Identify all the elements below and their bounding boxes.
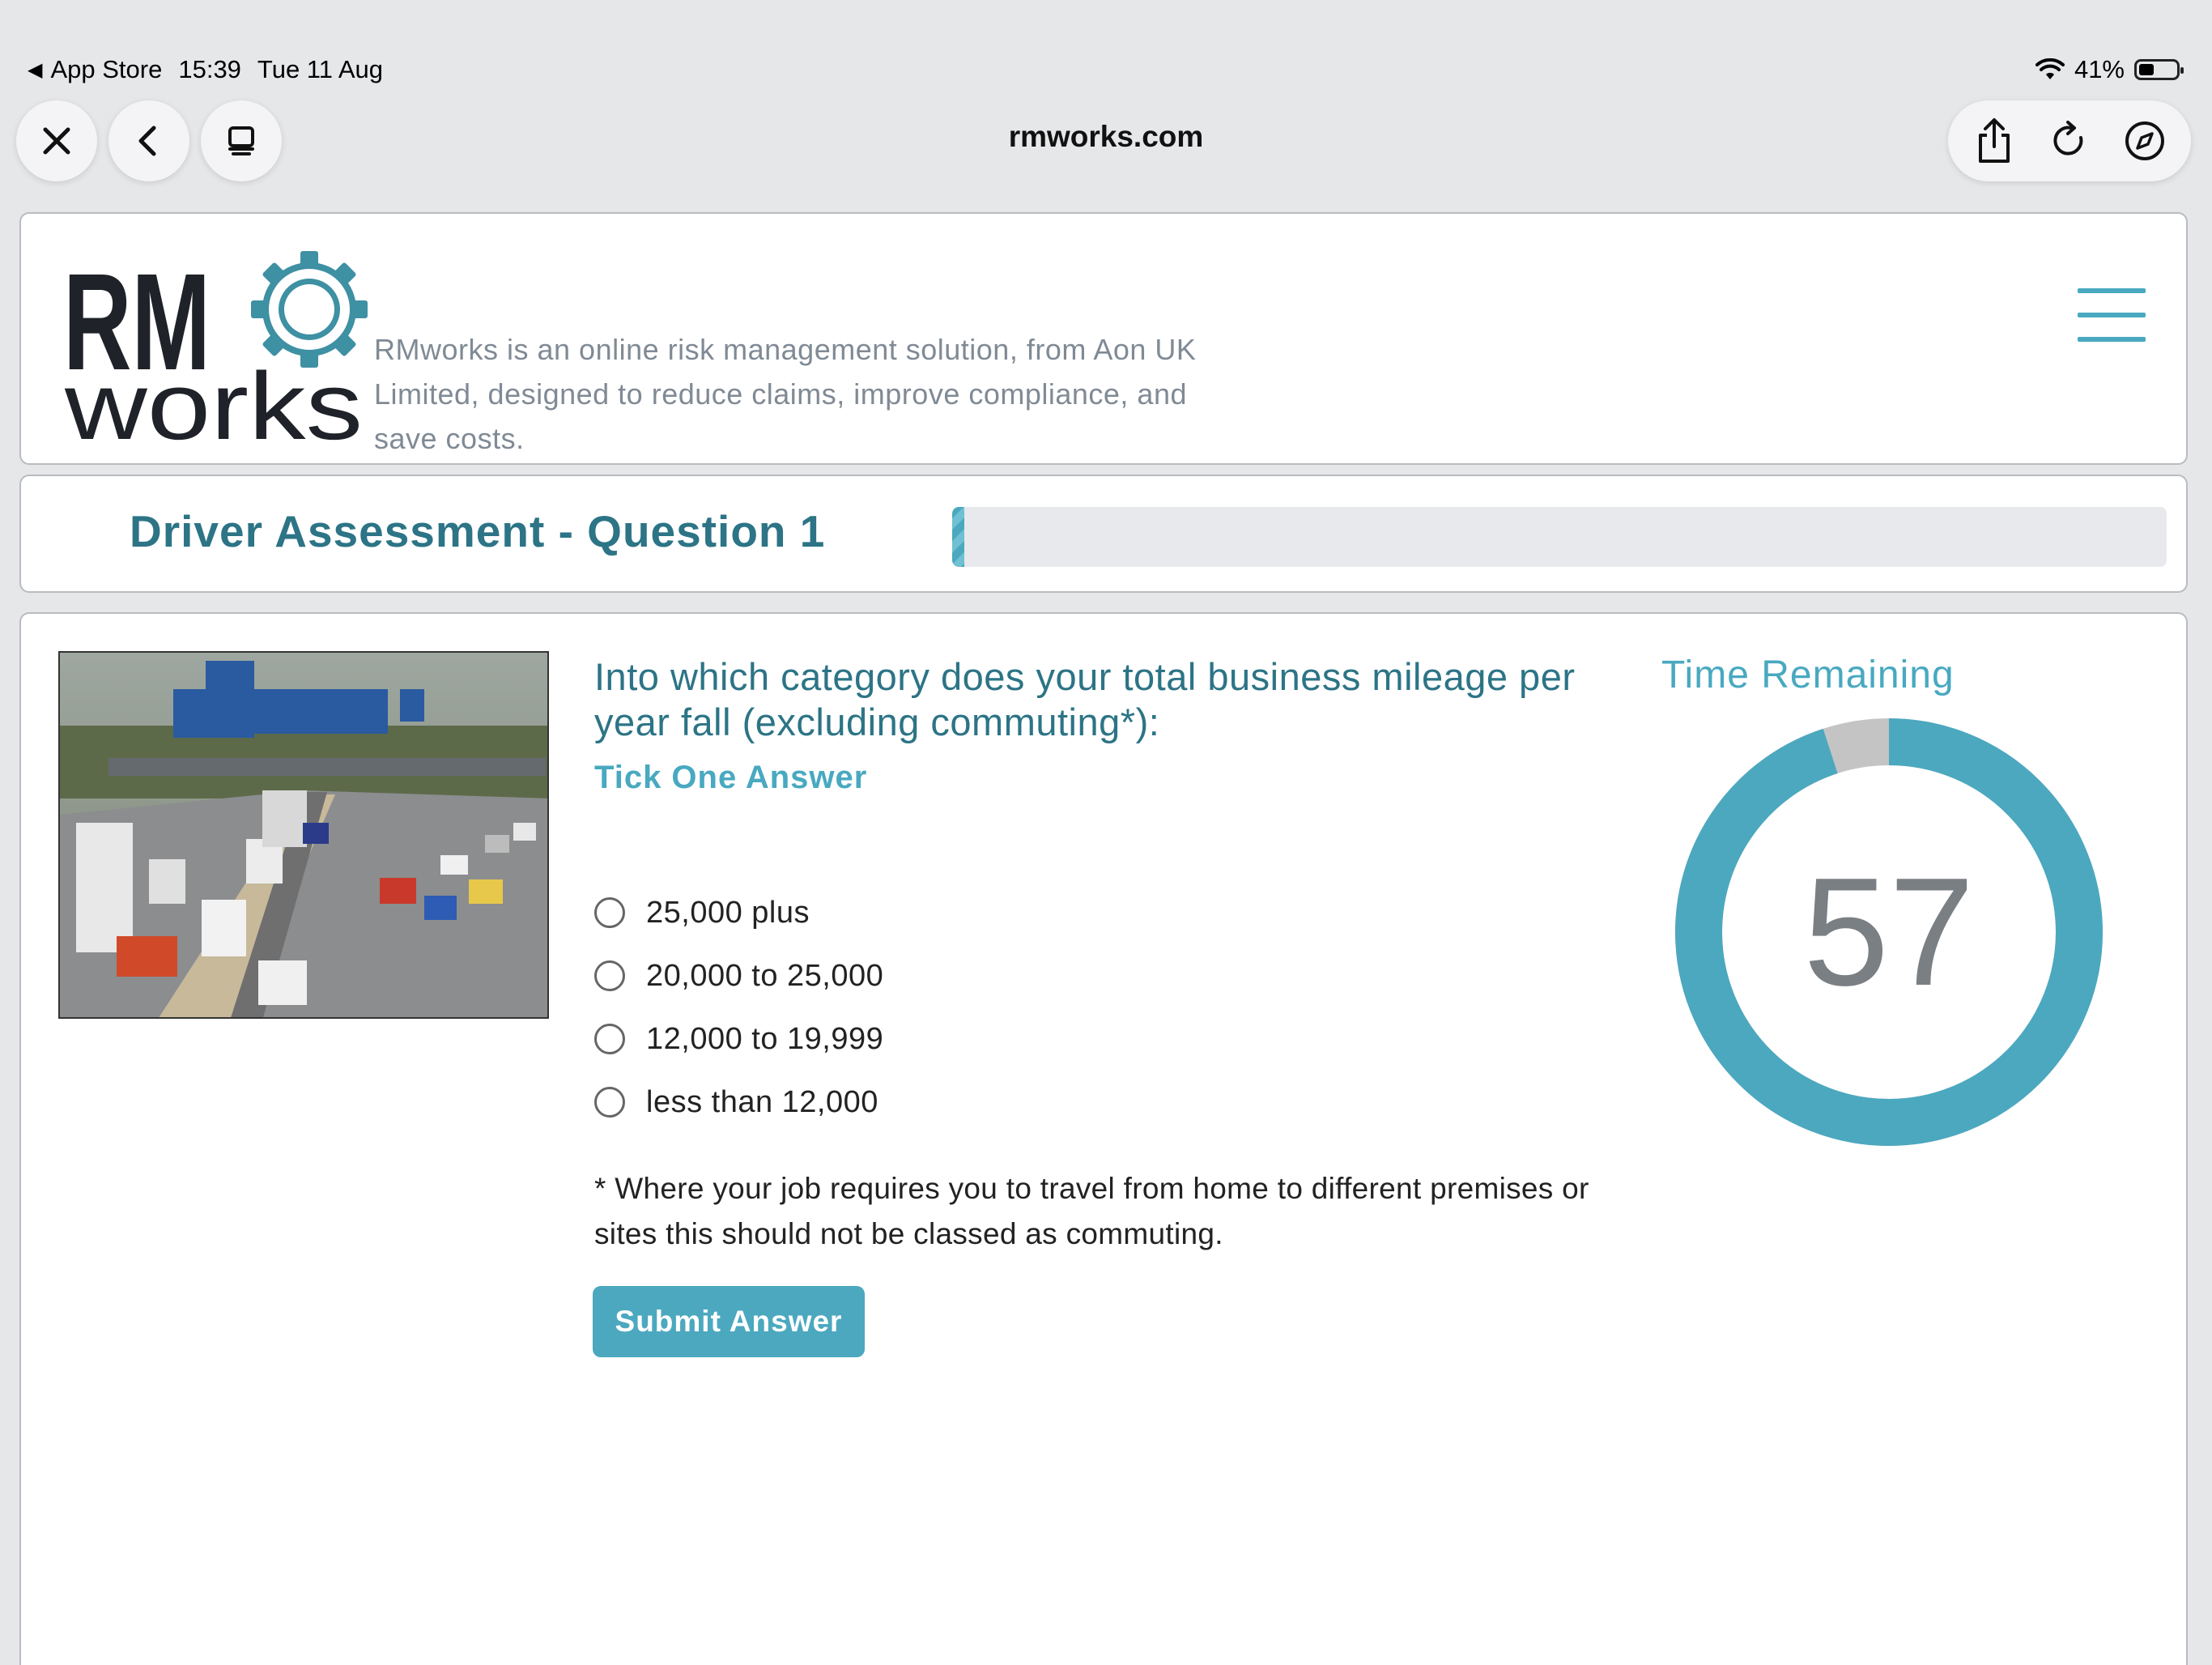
answer-option-label: less than 12,000 [646,1084,878,1119]
countdown-timer: 57 [1674,718,2104,1147]
gear-icon [251,251,368,368]
battery-icon [2134,59,2184,80]
submit-answer-button[interactable]: Submit Answer [593,1286,865,1357]
radio-button[interactable] [594,1087,625,1118]
question-text: Into which category does your total busi… [594,655,1576,743]
battery-percent: 41% [2074,55,2125,83]
reload-button[interactable] [2041,113,2098,169]
progress-bar [952,507,2167,567]
address-bar-url[interactable]: rmworks.com [0,120,2212,154]
status-left: ◀ App Store 15:39 Tue 11 Aug [28,55,383,84]
menu-icon-line [2078,337,2146,342]
site-header: RM works RMworks is an online risk manag… [19,212,2188,465]
commuting-footnote: * Where your job requires you to travel … [594,1172,1589,1250]
answer-option-label: 20,000 to 25,000 [646,958,884,993]
menu-icon-line [2078,288,2146,293]
reload-icon [2053,121,2083,155]
compass-button[interactable] [2116,113,2173,169]
question-instruction: Tick One Answer [594,760,868,795]
answer-option[interactable]: less than 12,000 [594,1071,883,1134]
progress-fill [952,507,964,567]
timer-seconds: 57 [1803,846,1975,1018]
share-button[interactable] [1966,113,2023,169]
time-remaining-label: Time Remaining [1661,654,1955,696]
compass-icon [2125,121,2165,160]
status-bar: ◀ App Store 15:39 Tue 11 Aug 41% [0,0,2212,97]
radio-button[interactable] [594,1024,625,1054]
browser-actions [1948,100,2191,181]
radio-button[interactable] [594,897,625,928]
menu-button[interactable] [2078,288,2146,342]
rmworks-logo[interactable]: RM works [62,245,377,460]
answer-option-label: 12,000 to 19,999 [646,1021,884,1056]
menu-icon-line [2078,313,2146,317]
answer-option-label: 25,000 plus [646,895,810,930]
question-panel: Into which category does your total busi… [19,612,2188,1665]
status-time: 15:39 [178,55,241,83]
answer-option[interactable]: 20,000 to 25,000 [594,944,883,1007]
answer-option[interactable]: 12,000 to 19,999 [594,1007,883,1071]
back-to-app-icon[interactable]: ◀ [28,58,42,82]
page-title: Driver Assessment - Question 1 [130,506,826,556]
share-icon [1978,118,2010,163]
answer-options: 25,000 plus 20,000 to 25,000 12,000 to 1… [594,881,883,1134]
motorway-photo [58,651,549,1019]
status-right: 41% [2035,55,2184,84]
logo-works-text: works [64,353,363,445]
radio-button[interactable] [594,960,625,991]
status-date: Tue 11 Aug [257,55,384,83]
assessment-title-bar: Driver Assessment - Question 1 [19,475,2188,593]
back-to-app-label[interactable]: App Store [50,55,162,84]
wifi-icon [2035,58,2065,79]
answer-option[interactable]: 25,000 plus [594,881,883,944]
site-tagline: RMworks is an online risk management sol… [374,333,1197,455]
